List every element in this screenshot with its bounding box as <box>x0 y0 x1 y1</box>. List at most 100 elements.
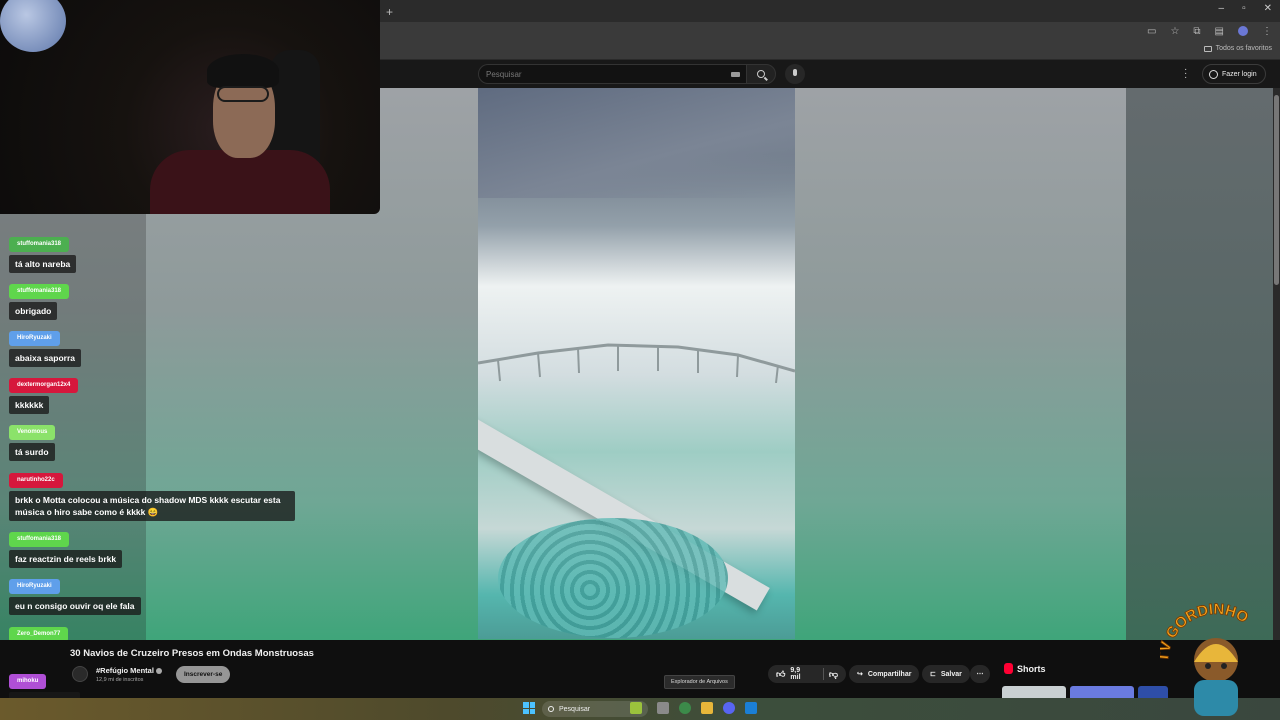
right-panel-shade <box>1126 88 1280 640</box>
chat-text: tá surdo <box>9 443 55 461</box>
chat-username: stuffomania318 <box>9 532 70 547</box>
discord-icon[interactable] <box>723 702 735 714</box>
chat-username: mihoku <box>9 674 47 689</box>
profile-avatar[interactable] <box>1238 26 1248 36</box>
star-icon[interactable]: ☆ <box>1170 26 1179 37</box>
dislike-icon[interactable]: 👎︎ <box>829 669 838 680</box>
windows-start-icon[interactable] <box>523 702 535 714</box>
all-bookmarks-label: Todos os favoritos <box>1215 45 1272 52</box>
like-count[interactable]: 9,9 mil <box>790 667 811 681</box>
chat-message: HiroRyuzaki eu n consigo ouvir oq ele fa… <box>9 574 141 615</box>
toolbar-icons: ▭ ☆ ⧉ ▤ ⋮ <box>1147 26 1272 37</box>
new-tab-button[interactable]: + <box>386 5 393 19</box>
video-water <box>498 518 728 638</box>
bookmark-icon: ⊏ <box>930 671 936 678</box>
like-divider <box>822 668 824 680</box>
like-dislike-group: 👍︎ 9,9 mil 👎︎ <box>768 665 846 683</box>
chat-username: stuffomania318 <box>9 237 70 252</box>
sign-in-button[interactable]: Fazer login <box>1202 64 1266 84</box>
voice-search-button[interactable] <box>785 64 805 84</box>
webcam-overlay <box>0 0 380 214</box>
shorts-thumbnail[interactable] <box>1070 686 1134 698</box>
chat-message: narutinho22c brkk o Motta colocou a músi… <box>9 468 295 521</box>
more-actions-button[interactable]: ⋯ <box>970 665 990 683</box>
task-view-icon[interactable] <box>657 702 669 714</box>
streamer-torso <box>150 150 330 214</box>
chat-message: dextermorgan12x4 kkkkkk <box>9 373 79 414</box>
share-button[interactable]: ↪ Compartilhar <box>849 665 920 683</box>
windows-taskbar: Pesquisar <box>0 698 1280 720</box>
chat-username: HiroRyuzaki <box>9 331 60 346</box>
share-label: Compartilhar <box>867 670 912 678</box>
video-sea <box>478 88 795 198</box>
channel-name[interactable]: #Refúgio Mental <box>96 666 162 675</box>
subscribe-button[interactable]: Inscrever-se <box>176 666 231 683</box>
video-info-bar: 30 Navios de Cruzeiro Presos em Ondas Mo… <box>0 640 1280 698</box>
close-button[interactable]: ✕ <box>1264 3 1272 14</box>
chat-message: stuffomania318 obrigado <box>9 279 70 320</box>
shorts-label: Shorts <box>1017 663 1046 674</box>
channel-name-text: #Refúgio Mental <box>96 666 154 675</box>
scrollbar-thumb[interactable] <box>1274 95 1279 285</box>
shorts-icon <box>1004 663 1013 674</box>
share-icon: ↪ <box>857 671 863 678</box>
chat-text: abaixa saporra <box>9 349 82 367</box>
video-railing <box>478 343 795 383</box>
chat-message: stuffomania318 tá alto nareba <box>9 232 77 273</box>
chat-message: Zero_Demon77 <box>9 622 69 642</box>
volleyball <box>0 0 66 52</box>
chat-username: Venomous <box>9 425 56 440</box>
shorts-thumbnail[interactable] <box>1002 686 1066 698</box>
chat-message: Venomous tá surdo <box>9 420 56 461</box>
app-icon[interactable] <box>745 702 757 714</box>
minimize-button[interactable]: – <box>1219 3 1225 14</box>
chat-message: stuffomania318 faz reactzin de reels brk… <box>9 527 123 568</box>
search-input[interactable] <box>486 70 716 79</box>
keyboard-icon[interactable] <box>731 72 740 77</box>
sign-in-label: Fazer login <box>1222 70 1257 78</box>
streamer-glasses <box>217 86 269 102</box>
settings-menu-icon[interactable]: · · · <box>1184 65 1190 83</box>
microphone-icon <box>793 69 797 76</box>
chat-text: faz reactzin de reels brkk <box>9 550 123 568</box>
verified-icon <box>155 668 162 675</box>
save-button[interactable]: ⊏ Salvar <box>922 665 970 683</box>
chat-text: brkk o Motta colocou a música do shadow … <box>9 491 295 521</box>
folder-icon <box>1203 45 1212 52</box>
cast-icon[interactable]: ▭ <box>1147 26 1156 37</box>
taskbar-search-label: Pesquisar <box>559 705 591 713</box>
chat-username: stuffomania318 <box>9 284 70 299</box>
chat-text: tá alto nareba <box>9 255 77 273</box>
taskbar-tooltip: Explorador de Arquivos <box>664 675 735 689</box>
subscriber-count: 12,9 mi de inscritos <box>96 677 144 683</box>
chat-username: HiroRyuzaki <box>9 579 60 594</box>
chat-username: narutinho22c <box>9 473 63 488</box>
chat-text: obrigado <box>9 302 58 320</box>
taskbar-app-icon[interactable] <box>630 702 642 714</box>
browser-menu-icon[interactable]: ⋮ <box>1262 26 1272 37</box>
chat-username: dextermorgan12x4 <box>9 378 79 393</box>
chat-message: HiroRyuzaki abaixa saporra <box>9 326 82 367</box>
chat-text: eu n consigo ouvir oq ele fala <box>9 597 141 615</box>
extensions-icon[interactable]: ⧉ <box>1193 26 1200 37</box>
streamer-hair <box>207 54 279 88</box>
video-player[interactable] <box>478 88 795 639</box>
search-icon <box>757 70 765 78</box>
search-box <box>478 64 746 84</box>
sidebar-icon[interactable]: ▤ <box>1215 26 1224 37</box>
chrome-icon[interactable] <box>679 702 691 714</box>
save-label: Salvar <box>940 670 962 678</box>
shorts-header: Shorts <box>1004 663 1046 674</box>
tv-gordinho-logo: TV GORDINHO <box>1160 600 1252 716</box>
all-bookmarks-folder[interactable]: Todos os favoritos <box>1203 45 1272 52</box>
screen: { "browser": { "new_tab_symbol": "+", "w… <box>0 0 1280 720</box>
user-icon <box>1209 69 1218 79</box>
search-button[interactable] <box>746 64 776 84</box>
like-icon[interactable]: 👍︎ <box>776 669 785 680</box>
video-title: 30 Navios de Cruzeiro Presos em Ondas Mo… <box>70 648 314 659</box>
file-explorer-icon[interactable] <box>701 702 713 714</box>
window-controls: – ▫ ✕ <box>1219 3 1273 14</box>
chat-text: kkkkkk <box>9 396 50 414</box>
search-icon <box>548 706 554 712</box>
restore-button[interactable]: ▫ <box>1242 3 1246 14</box>
